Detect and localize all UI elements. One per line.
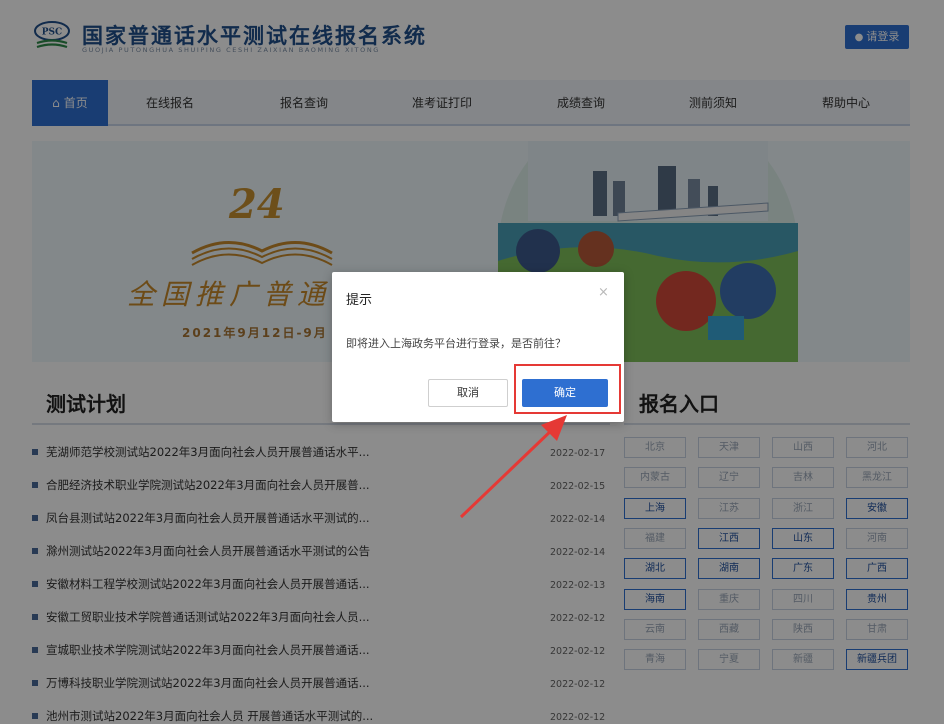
dialog-message: 即将进入上海政务平台进行登录，是否前往？ (346, 337, 566, 350)
page: PSC 国家普通话水平测试在线报名系统 GUOJIA PUTONGHUA SHU… (0, 0, 944, 724)
close-icon[interactable]: × (598, 285, 609, 300)
annotation-arrow-icon (459, 415, 567, 519)
dialog-title: 提示 (346, 293, 373, 308)
cancel-button[interactable]: 取消 (428, 379, 508, 407)
